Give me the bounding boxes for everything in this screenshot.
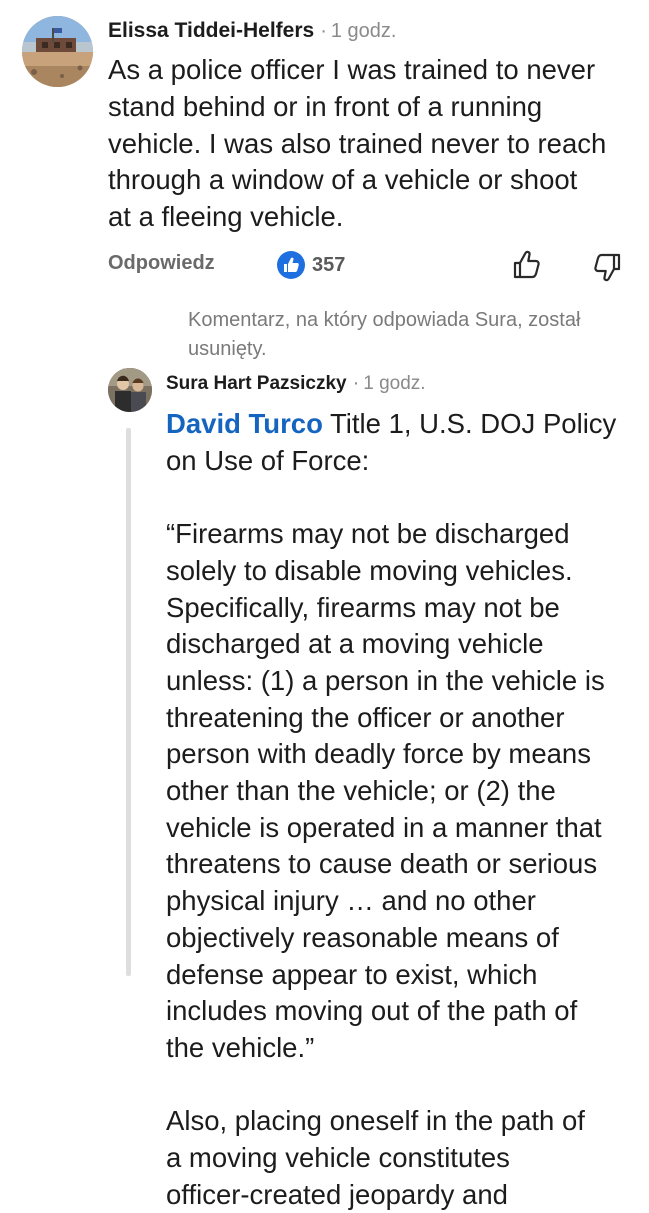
comment-line: David Turco Title 1, U.S. DOJ Policy: [166, 406, 634, 443]
comment-line: Specifically, firearms may not be: [166, 591, 560, 623]
like-count: 357: [312, 254, 346, 276]
comment-line: unless: (1) a person in the vehicle is: [166, 664, 605, 696]
comment-line: vehicle. I was also trained never to rea…: [108, 127, 607, 159]
comment-line: threatens to cause death or serious: [166, 848, 598, 880]
comment-line: stand behind or in front of a running: [108, 90, 543, 122]
quote-thread-line: [126, 428, 131, 976]
timestamp: 1 godz.: [363, 373, 426, 394]
comment-line: officer-created jeopardy and: [166, 1178, 508, 1210]
author-name[interactable]: Elissa Tiddei-Helfers: [108, 19, 314, 42]
comment-text: David Turco Title 1, U.S. DOJ Policy on …: [166, 406, 634, 1213]
comment-actions: Odpowiedz 357: [108, 248, 628, 284]
comment-line: through a window of a vehicle or shoot: [108, 164, 578, 196]
mention-link[interactable]: David Turco: [166, 408, 323, 439]
comment-line: includes moving out of the path of: [166, 995, 578, 1027]
comment-line: on Use of Force:: [166, 444, 370, 476]
profile-photo-people: [108, 368, 152, 412]
separator: ·: [320, 20, 327, 42]
comment-header: Elissa Tiddei-Helfers · 1 godz.: [108, 16, 396, 46]
deleted-parent-note: Komentarz, na który odpowiada Sura, zost…: [188, 309, 581, 360]
comment-line-text: Title 1, U.S. DOJ Policy: [322, 408, 617, 439]
comment-text: As a police officer I was trained to nev…: [108, 52, 638, 236]
comment-line: discharged at a moving vehicle: [166, 628, 544, 660]
timestamp: 1 godz.: [330, 20, 397, 42]
comment-line: solely to disable moving vehicles.: [166, 554, 573, 586]
comment-line: vehicle is operated in a manner that: [166, 811, 602, 843]
comment-line: physical injury … and no other: [166, 885, 536, 917]
comment-line: threatening the officer or another: [166, 701, 565, 733]
comment-line: objectively reasonable means of: [166, 921, 559, 953]
profile-photo-landscape: [22, 16, 93, 87]
comment-header: Sura Hart Pazsiczky · 1 godz.: [166, 369, 426, 397]
comment-line: Also, placing oneself in the path of: [166, 1105, 585, 1137]
comment-line: at a fleeing vehicle.: [108, 201, 344, 233]
author-name[interactable]: Sura Hart Pazsiczky: [166, 373, 347, 394]
reply-button[interactable]: Odpowiedz: [108, 252, 215, 275]
blue-thumbs-up-icon: [277, 251, 305, 279]
avatar[interactable]: [22, 16, 93, 87]
comment-line: person with deadly force by means: [166, 738, 591, 770]
comment-line: As a police officer I was trained to nev…: [108, 54, 596, 85]
comment-line: other than the vehicle; or (2) the: [166, 775, 556, 807]
thumbs-down-icon[interactable]: [590, 250, 624, 284]
comment-line: the vehicle.”: [166, 1031, 315, 1063]
comment-line: “Firearms may not be discharged: [166, 518, 570, 550]
thumbs-up-icon[interactable]: [510, 248, 544, 282]
separator: ·: [352, 372, 360, 394]
comment-line: a moving vehicle constitutes: [166, 1142, 510, 1174]
avatar[interactable]: [108, 368, 152, 412]
comment-line: defense appear to exist, which: [166, 958, 538, 990]
